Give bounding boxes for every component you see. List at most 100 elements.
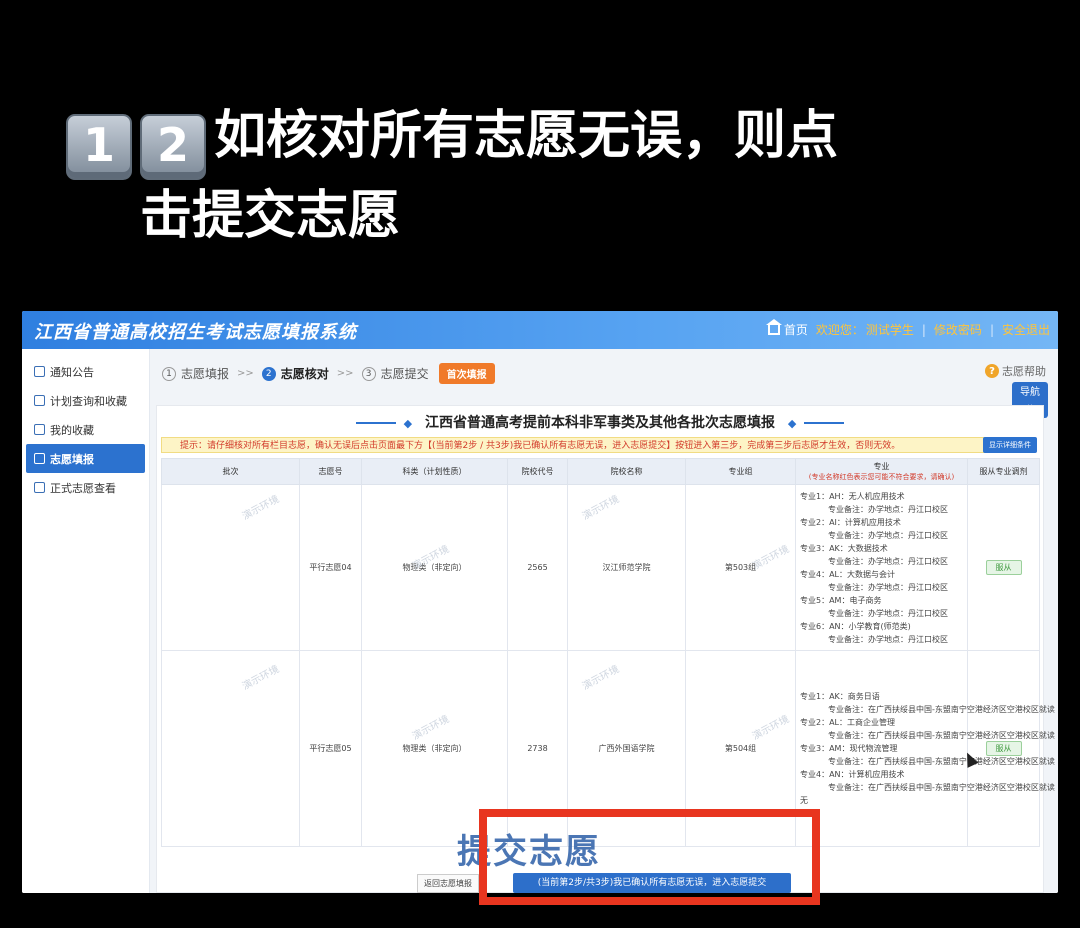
table-header-row: 批次 志愿号 科类（计划性质） 院校代号 院校名称 专业组 专业 (专业名称红色表… [161, 458, 1040, 485]
table-row: 平行志愿05 物理类（非定向） 2738 广西外国语学院 第504组 专业1：AK：商务日… [161, 650, 1055, 847]
system-title: 江西省普通高校招生考试志愿填报系统 [34, 322, 357, 343]
title-arrow-icon: ◆ [403, 417, 413, 430]
title-arrow-icon: ◆ [787, 417, 797, 430]
tip-banner: 提示：请仔细核对所有栏目志愿，确认无误后点击页面最下方【(当前第2步 / 共3步… [161, 437, 987, 453]
query-icon [34, 395, 45, 406]
logout-link[interactable]: 安全退出 [1002, 321, 1050, 338]
cell-vol-no: 平行志愿05 [299, 650, 362, 847]
help-link[interactable]: ? 志愿帮助 [985, 363, 1046, 379]
major-name: 专业6：AN：小学教育(师范类) [800, 621, 911, 631]
change-password-link[interactable]: 修改密码 [934, 321, 982, 338]
major-name: 专业3：AM：现代物流管理 [800, 744, 898, 753]
major-note: 专业备注：办学地点：丹江口校区 [828, 582, 948, 592]
cell-subject: 物理类（非定向） [361, 484, 508, 651]
edit-icon [34, 453, 45, 464]
nav-sep: | [989, 322, 994, 337]
back-to-fill-button[interactable]: 返回志愿填报 [417, 874, 479, 893]
caption-line-1: 1 2 如核对所有志愿无误，则点 [66, 100, 1026, 180]
cell-school-code: 2738 [507, 650, 568, 847]
obey-adjust-badge: 服从 [985, 560, 1022, 575]
table-row: 平行志愿04 物理类（非定向） 2565 汉江师范学院 第503组 专业1：AH：无人机应… [161, 484, 1040, 651]
confirm-submit-button[interactable]: (当前第2步/共3步)我已确认所有志愿无误，进入志愿提交 [513, 873, 791, 893]
caption: 1 2 如核对所有志愿无误，则点 击提交志愿 [66, 100, 1026, 252]
caption-text-1: 如核对所有志愿无误，则点 [214, 106, 839, 166]
panel-title: ◆ 江西省普通高考提前本科非军事类及其他各批次志愿填报 ◆ [157, 412, 1043, 432]
cell-adjust: 服从 [967, 484, 1040, 651]
major-tail: 无 [800, 796, 808, 805]
step-1-label: 志愿填报 [181, 367, 230, 381]
notice-icon [34, 366, 45, 377]
col-subject: 科类（计划性质） [361, 458, 508, 485]
major-name: 专业1：AK：商务日语 [800, 692, 880, 701]
sidebar-item-fill[interactable]: 志愿填报 [26, 444, 145, 473]
major-note: 专业备注：办学地点：丹江口校区 [828, 556, 948, 566]
major-name: 专业4：AL：大数据与会计 [800, 569, 896, 579]
bottom-bar: 返回志愿填报 (当前第2步/共3步)我已确认所有志愿无误，进入志愿提交 [161, 868, 1039, 893]
home-link[interactable]: 首页 [765, 318, 808, 338]
major-name: 专业2：AI：计算机应用技术 [800, 517, 901, 527]
major-note: 专业备注：办学地点：丹江口校区 [828, 634, 948, 644]
favorite-icon [34, 424, 45, 435]
cell-adjust: 服从 [967, 650, 1040, 847]
cell-batch [161, 484, 300, 651]
step-3-number: 3 [361, 366, 376, 381]
sidebar-item-notice[interactable]: 通知公告 [22, 357, 149, 386]
col-adjust: 服从专业调剂 [967, 458, 1040, 485]
volunteer-panel: ◆ 江西省普通高考提前本科非军事类及其他各批次志愿填报 ◆ 提示：请仔细核对所有… [156, 405, 1055, 893]
cell-subject: 物理类（非定向） [361, 650, 508, 847]
welcome-text: 欢迎您： [815, 323, 864, 337]
sidebar-item-plan-query[interactable]: 计划查询和收藏 [22, 386, 149, 415]
main-area: 1志愿填报 >> 2志愿核对 >> 3志愿提交 首次填报 ?志愿帮助 导航⌄ ◆… [150, 349, 1058, 893]
col-school-name: 院校名称 [567, 458, 686, 485]
step-indicator: 1 志愿填报 >> 2 志愿核对 >> 3 志愿提交 首次填报 [162, 363, 495, 384]
step-arrow: >> [336, 368, 354, 379]
user-name: 测试学生 [865, 323, 914, 337]
caption-line-2: 击提交志愿 [140, 186, 401, 246]
major-note: 专业备注：在广西扶绥县中国-东盟南宁空港经济区空港校区就读 [828, 731, 1055, 740]
cell-school-name: 广西外国语学院 [567, 650, 686, 847]
app-screenshot: 江西省普通高校招生考试志愿填报系统 首页 欢迎您： 测试学生 | 修改密码 | … [22, 311, 1058, 893]
major-note: 专业备注：办学地点：丹江口校区 [828, 608, 948, 618]
major-note: 专业备注：在广西扶绥县中国-东盟南宁空港经济区空港校区就读 [828, 705, 1055, 714]
major-name: 专业1：AH：无人机应用技术 [800, 491, 905, 501]
obey-adjust-badge: 服从 [985, 741, 1022, 756]
major-note: 专业备注：在广西扶绥县中国-东盟南宁空港经济区空港校区就读 [828, 757, 1055, 766]
col-group: 专业组 [685, 458, 796, 485]
keycap-2-icon: 2 [140, 114, 206, 180]
sidebar: 通知公告 计划查询和收藏 我的收藏 志愿填报 正式志愿查看 [22, 349, 150, 893]
step-2-label: 志愿核对 [280, 367, 329, 381]
checklist-icon [34, 482, 45, 493]
help-icon: ? [985, 364, 999, 378]
major-name: 专业2：AL：工商企业管理 [800, 718, 896, 727]
title-decoration [355, 422, 396, 424]
step-arrow: >> [237, 368, 254, 379]
cell-group: 第504组 [685, 650, 796, 847]
col-vol-no: 志愿号 [299, 458, 362, 485]
major-name: 专业5：AM：电子商务 [800, 595, 882, 605]
top-nav: 首页 欢迎您： 测试学生 | 修改密码 | 安全退出 [760, 318, 1050, 338]
cell-batch [161, 650, 300, 847]
cell-school-code: 2565 [507, 484, 568, 651]
keycap-1-icon: 1 [66, 114, 132, 180]
major-note: 专业备注：办学地点：丹江口校区 [828, 504, 948, 514]
first-fill-badge: 首次填报 [438, 363, 495, 384]
step-2-number: 2 [261, 366, 276, 381]
major-name: 专业4：AN：计算机应用技术 [800, 770, 905, 779]
cell-group: 第503组 [685, 484, 796, 651]
cell-majors: 专业1：AH：无人机应用技术 专业备注：办学地点：丹江口校区 专业2：AI：计算机应… [795, 484, 968, 651]
sidebar-item-favorites[interactable]: 我的收藏 [22, 415, 149, 444]
step-3-label: 志愿提交 [380, 367, 429, 381]
col-school-code: 院校代号 [507, 458, 568, 485]
step-1-number: 1 [162, 366, 176, 381]
show-conditions-button[interactable]: 显示详细条件 [983, 437, 1037, 453]
sidebar-item-formal-view[interactable]: 正式志愿查看 [22, 473, 149, 502]
home-icon [765, 318, 782, 335]
col-major: 专业 (专业名称红色表示您可能不符合要求，请确认) [795, 458, 968, 485]
major-note: 专业备注：在广西扶绥县中国-东盟南宁空港经济区空港校区就读 [828, 783, 1055, 792]
major-name: 专业3：AK：大数据技术 [800, 543, 888, 553]
major-note: 专业备注：办学地点：丹江口校区 [828, 530, 948, 540]
top-bar: 江西省普通高校招生考试志愿填报系统 首页 欢迎您： 测试学生 | 修改密码 | … [22, 311, 1058, 349]
cell-vol-no: 平行志愿04 [299, 484, 362, 651]
title-decoration [804, 422, 845, 424]
cell-school-name: 汉江师范学院 [567, 484, 686, 651]
